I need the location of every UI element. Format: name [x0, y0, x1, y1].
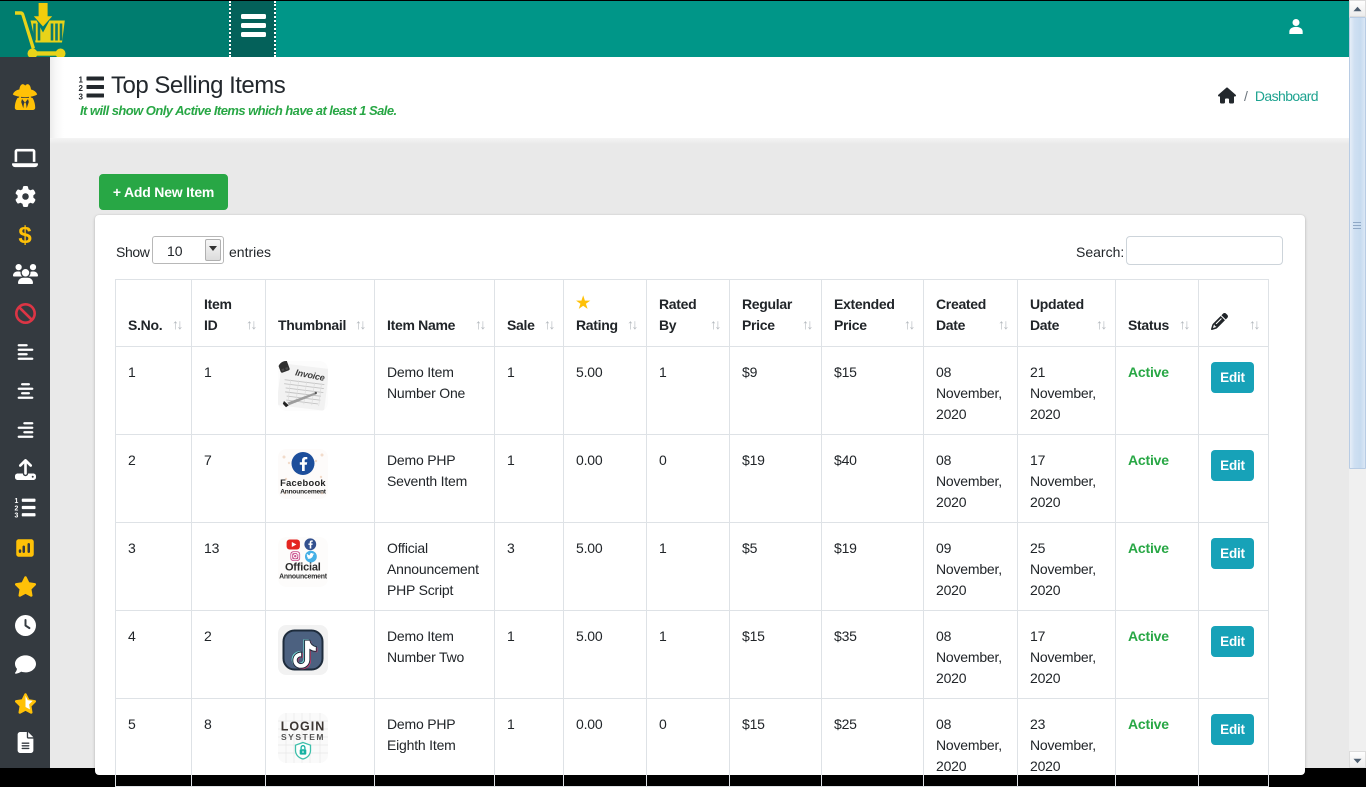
- svg-text:Announcement: Announcement: [280, 489, 327, 496]
- svg-text:1: 1: [15, 498, 19, 505]
- svg-text:3: 3: [79, 93, 84, 101]
- svg-text:SYSTEM: SYSTEM: [281, 732, 325, 742]
- svg-text:Official: Official: [285, 562, 321, 574]
- svg-text:2: 2: [15, 505, 19, 512]
- svg-text:Announcement: Announcement: [279, 574, 328, 581]
- svg-text:Facebook: Facebook: [280, 478, 326, 488]
- svg-text:3: 3: [15, 513, 19, 518]
